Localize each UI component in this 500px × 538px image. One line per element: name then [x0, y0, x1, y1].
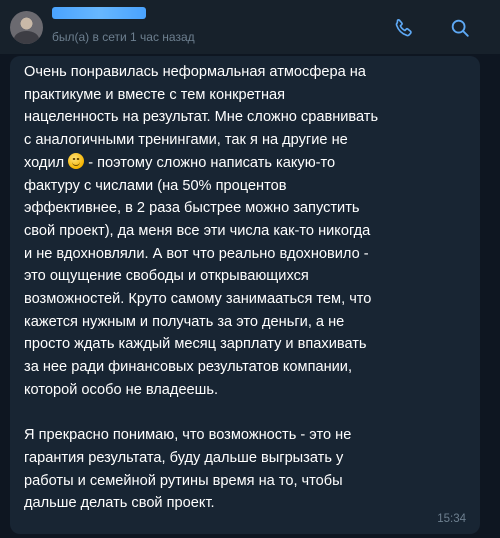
message-text-part2: - поэтому сложно написать какую-то факту… [24, 154, 372, 512]
chat-header: был(а) в сети 1 час назад [0, 0, 500, 54]
search-icon [451, 19, 469, 37]
slightly-smiling-face-emoji [68, 152, 85, 169]
message-timestamp: 15:34 [437, 513, 466, 525]
call-button[interactable] [391, 15, 417, 41]
avatar[interactable] [10, 11, 43, 44]
search-button[interactable] [447, 15, 473, 41]
contact-name-redacted[interactable] [52, 7, 146, 19]
message-bubble[interactable]: Очень понравилась неформальная атмосфера… [10, 56, 480, 534]
message-text: Очень понравилась неформальная атмосфера… [24, 61, 470, 515]
phone-icon [395, 19, 412, 37]
last-seen-status: был(а) в сети 1 час назад [52, 30, 195, 44]
